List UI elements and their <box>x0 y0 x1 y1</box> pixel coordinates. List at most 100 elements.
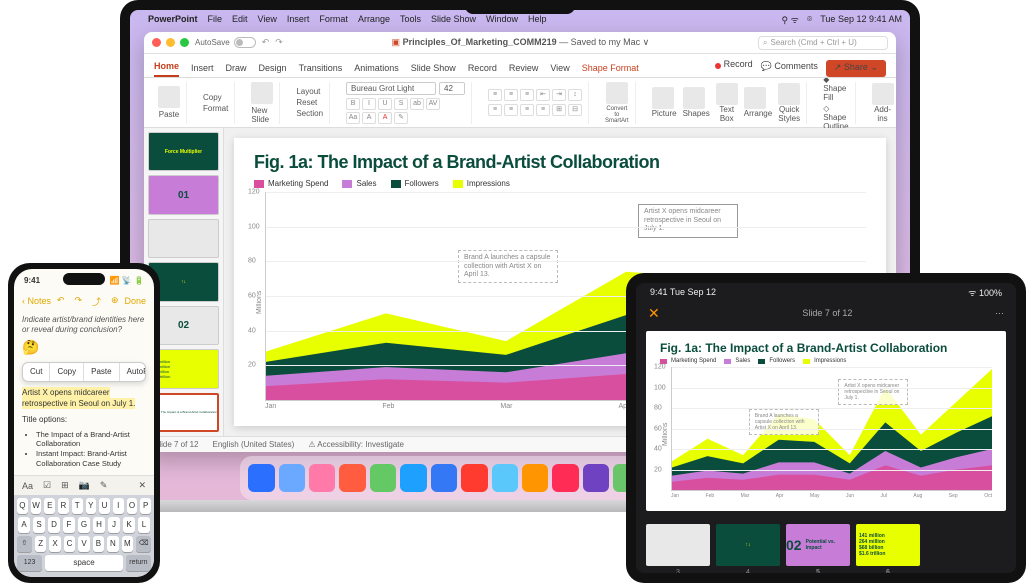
key-u[interactable]: U <box>99 498 110 514</box>
redo-icon[interactable]: ↷ <box>275 37 283 48</box>
key-x[interactable]: X <box>49 536 60 552</box>
chart-annotation-2[interactable]: Artist X opens midcareer retrospective i… <box>638 204 738 237</box>
ipad-slide-canvas[interactable]: Fig. 1a: The Impact of a Brand-Artist Co… <box>636 325 1016 517</box>
key-o[interactable]: O <box>127 498 138 514</box>
font-style-buttons[interactable]: BIUSabAVAaAA✎ <box>346 98 440 124</box>
key-j[interactable]: J <box>108 517 120 533</box>
undo-icon[interactable]: ↶ <box>57 295 65 308</box>
list-item[interactable]: The Impact of a Brand-Artist Collaborati… <box>36 430 146 450</box>
key-i[interactable]: I <box>113 498 124 514</box>
toggle-icon[interactable] <box>234 37 256 48</box>
key-h[interactable]: H <box>93 517 105 533</box>
dock-app-icon[interactable] <box>339 464 365 492</box>
delete-key[interactable]: ⌫ <box>136 536 151 552</box>
key-z[interactable]: Z <box>35 536 46 552</box>
checklist-icon[interactable]: ☑ <box>43 480 51 491</box>
copy-button[interactable]: Copy <box>203 93 222 102</box>
dock-app-icon[interactable] <box>461 464 487 492</box>
close-icon[interactable] <box>152 38 161 47</box>
chart-annotation-1[interactable]: Brand A launches a capsule collection wi… <box>458 250 558 283</box>
layout-button[interactable]: Layout <box>296 87 320 96</box>
key-c[interactable]: C <box>64 536 75 552</box>
zoom-icon[interactable] <box>180 38 189 47</box>
slide-thumb-2[interactable]: 01 <box>148 175 219 214</box>
wifi-icon[interactable]: ⚲ ᯤ <box>782 13 799 26</box>
key-f[interactable]: F <box>63 517 75 533</box>
quickstyles-icon[interactable] <box>778 83 800 105</box>
menu-arrange[interactable]: Arrange <box>358 14 390 24</box>
accessibility-checker[interactable]: ⚠ Accessibility: Investigate <box>308 440 404 449</box>
addins-icon[interactable] <box>872 83 894 105</box>
app-name[interactable]: PowerPoint <box>148 14 198 24</box>
key-k[interactable]: K <box>123 517 135 533</box>
record-button[interactable]: Record <box>715 59 753 77</box>
key-v[interactable]: V <box>78 536 89 552</box>
space-key[interactable]: space <box>45 555 123 571</box>
shape-fill-button[interactable]: ◆ Shape Fill <box>823 75 848 102</box>
key-g[interactable]: G <box>78 517 90 533</box>
language-indicator[interactable]: English (United States) <box>212 440 294 449</box>
dock-app-icon[interactable] <box>400 464 426 492</box>
dock-app-icon[interactable] <box>309 464 335 492</box>
tab-view[interactable]: View <box>550 63 569 77</box>
text-context-menu[interactable]: Cut Copy Paste AutoFill › <box>22 362 146 382</box>
list-item[interactable]: Instant Impact: Brand-Artist Collaborati… <box>36 449 146 469</box>
key-r[interactable]: R <box>58 498 69 514</box>
key-m[interactable]: M <box>122 536 133 552</box>
font-size-select[interactable]: 42 <box>439 82 465 95</box>
ipad-thumb-6[interactable]: 141 million264 million$68 billion$1.6 tr… <box>856 524 920 566</box>
ipad-thumb-3[interactable]: 3 <box>646 524 710 566</box>
menu-tools[interactable]: Tools <box>400 14 421 24</box>
more-icon[interactable]: ⊕ <box>111 295 119 308</box>
key-s[interactable]: S <box>33 517 45 533</box>
document-title[interactable]: ▣ Principles_Of_Marketing_COMM219 — Save… <box>289 37 752 48</box>
traffic-lights[interactable] <box>152 38 189 47</box>
dock-app-icon[interactable] <box>492 464 518 492</box>
search-input[interactable]: ⌕ Search (Cmd + Ctrl + U) <box>758 36 888 50</box>
back-button[interactable]: ‹ Notes <box>22 296 51 306</box>
dock-app-icon[interactable] <box>279 464 305 492</box>
menu-window[interactable]: Window <box>486 14 518 24</box>
key-e[interactable]: E <box>44 498 55 514</box>
cut-button[interactable]: Cut <box>23 363 50 381</box>
notes-content[interactable]: Indicate artist/brand identities here or… <box>14 311 154 475</box>
key-n[interactable]: N <box>107 536 118 552</box>
dock-app-icon[interactable] <box>370 464 396 492</box>
key-w[interactable]: W <box>31 498 42 514</box>
dock-app-icon[interactable] <box>248 464 274 492</box>
undo-icon[interactable]: ↶ <box>262 37 270 48</box>
paste-button[interactable]: Paste <box>84 363 119 381</box>
reset-button[interactable]: Reset <box>296 98 317 107</box>
key-a[interactable]: A <box>18 517 30 533</box>
slide-thumb-1[interactable]: Force Multiplier <box>148 132 219 171</box>
key-d[interactable]: D <box>48 517 60 533</box>
dock-app-icon[interactable] <box>583 464 609 492</box>
dock-app-icon[interactable] <box>522 464 548 492</box>
minimize-icon[interactable] <box>166 38 175 47</box>
textbox-icon[interactable] <box>716 83 738 105</box>
menu-insert[interactable]: Insert <box>287 14 310 24</box>
ipad-thumbnails[interactable]: 3 ↑↓4 02Potential vs. Impact5 141 millio… <box>636 517 1016 573</box>
selected-text[interactable]: Artist X opens midcareer retrospective i… <box>22 387 135 408</box>
menu-file[interactable]: File <box>208 14 223 24</box>
new-slide-icon[interactable] <box>251 82 273 104</box>
redo-icon[interactable]: ↷ <box>74 295 82 308</box>
menu-help[interactable]: Help <box>528 14 547 24</box>
comments-button[interactable]: 💬 Comments <box>761 61 818 76</box>
ipad-thumb-5[interactable]: 02Potential vs. Impact5 <box>786 524 850 566</box>
menu-edit[interactable]: Edit <box>232 14 248 24</box>
key-t[interactable]: T <box>72 498 83 514</box>
key-y[interactable]: Y <box>86 498 97 514</box>
tab-transitions[interactable]: Transitions <box>299 63 343 77</box>
slide-thumb-3[interactable] <box>148 219 219 258</box>
camera-icon[interactable]: 📷 <box>79 480 90 491</box>
key-l[interactable]: L <box>138 517 150 533</box>
menubar-clock[interactable]: Tue Sep 12 9:41 AM <box>820 14 902 24</box>
paste-icon[interactable] <box>158 86 180 108</box>
control-center-icon[interactable]: ⌾ <box>807 14 812 25</box>
smartart-group[interactable]: Convert to SmartArt <box>599 82 636 124</box>
share-button[interactable]: ↗ Share ⌄ <box>826 60 886 77</box>
tab-draw[interactable]: Draw <box>226 63 247 77</box>
menu-format[interactable]: Format <box>319 14 348 24</box>
number-key[interactable]: 123 <box>17 555 42 571</box>
